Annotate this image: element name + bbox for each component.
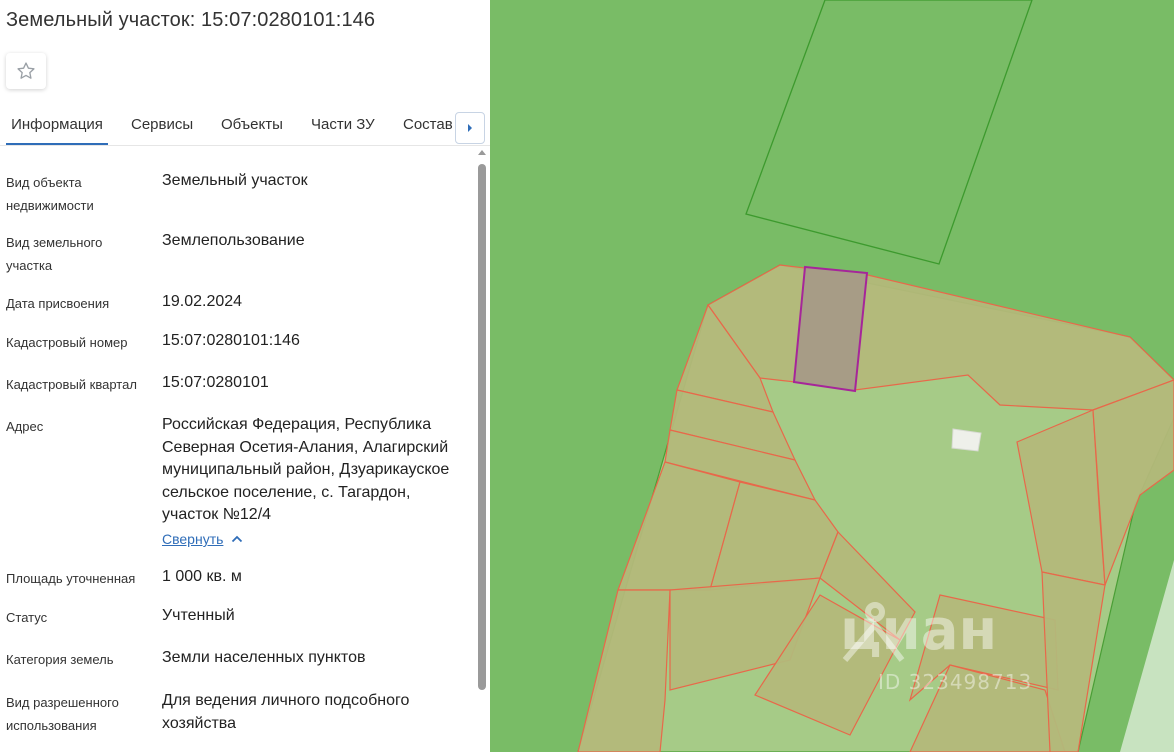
favorite-button[interactable] [6, 53, 46, 89]
map-canvas [577, 0, 1174, 752]
neighbor-parcel-outline [745, 0, 1033, 265]
value-assign-date: 19.02.2024 [162, 293, 243, 310]
label-land-type: Вид земельного участка [6, 235, 103, 273]
tab-composition[interactable]: Состав [403, 104, 453, 145]
tab-bar: Информация Сервисы Объекты Части ЗУ Сост… [0, 104, 490, 146]
info-panel: Земельный участок: 15:07:0280101:146 Инф… [0, 0, 490, 752]
value-area: 1 000 кв. м [162, 568, 242, 585]
label-assign-date: Дата присвоения [6, 296, 110, 311]
value-cadastral-number: 15:07:0280101:146 [162, 332, 300, 349]
label-object-type: Вид объекта недвижимости [6, 175, 94, 213]
tab-services[interactable]: Сервисы [131, 104, 193, 145]
value-object-type: Земельный участок [162, 172, 308, 189]
label-status: Статус [6, 610, 48, 625]
tab-information[interactable]: Информация [6, 104, 108, 145]
label-cadastral-quarter: Кадастровый квартал [6, 377, 137, 392]
label-land-category: Категория земель [6, 652, 114, 667]
value-land-type: Землепользование [162, 232, 305, 249]
tabs-next-button[interactable] [455, 112, 485, 144]
road-strip [1120, 560, 1174, 752]
value-status: Учтенный [162, 607, 235, 624]
label-cadastral-number: Кадастровый номер [6, 335, 128, 350]
parcel-right-2 [1092, 379, 1174, 586]
value-address: Российская Федерация, Республика Северна… [162, 416, 450, 523]
collapse-link[interactable]: Свернуть [162, 531, 243, 547]
watermark-text: циан [840, 598, 998, 663]
scrollbar-thumb[interactable] [478, 164, 486, 690]
value-cadastral-quarter: 15:07:0280101 [162, 374, 269, 391]
parcel-bottom-left [577, 589, 671, 752]
watermark-id: ID 323498713 [878, 670, 1033, 694]
label-address: Адрес [6, 419, 44, 434]
page-title: Земельный участок: 15:07:0280101:146 [6, 9, 376, 31]
star-outline-icon [17, 62, 35, 79]
selected-parcel [792, 265, 869, 393]
tab-parts[interactable]: Части ЗУ [311, 104, 375, 145]
value-permitted-use: Для ведения личного подсобного хозяйства [162, 692, 410, 732]
tab-objects[interactable]: Объекты [221, 104, 283, 145]
chevron-right-icon [468, 124, 472, 132]
scroll-up-arrow-icon[interactable] [478, 150, 486, 155]
cadastral-map[interactable]: циан ID 323498713 [490, 0, 1174, 752]
building-marker [951, 428, 982, 452]
collapse-label: Свернуть [162, 531, 224, 547]
label-permitted-use: Вид разрешенного использования [6, 695, 119, 733]
scrollbar[interactable] [476, 150, 488, 752]
chevron-up-icon [232, 535, 243, 543]
label-area: Площадь уточненная [6, 571, 136, 586]
value-land-category: Земли населенных пунктов [162, 649, 366, 666]
